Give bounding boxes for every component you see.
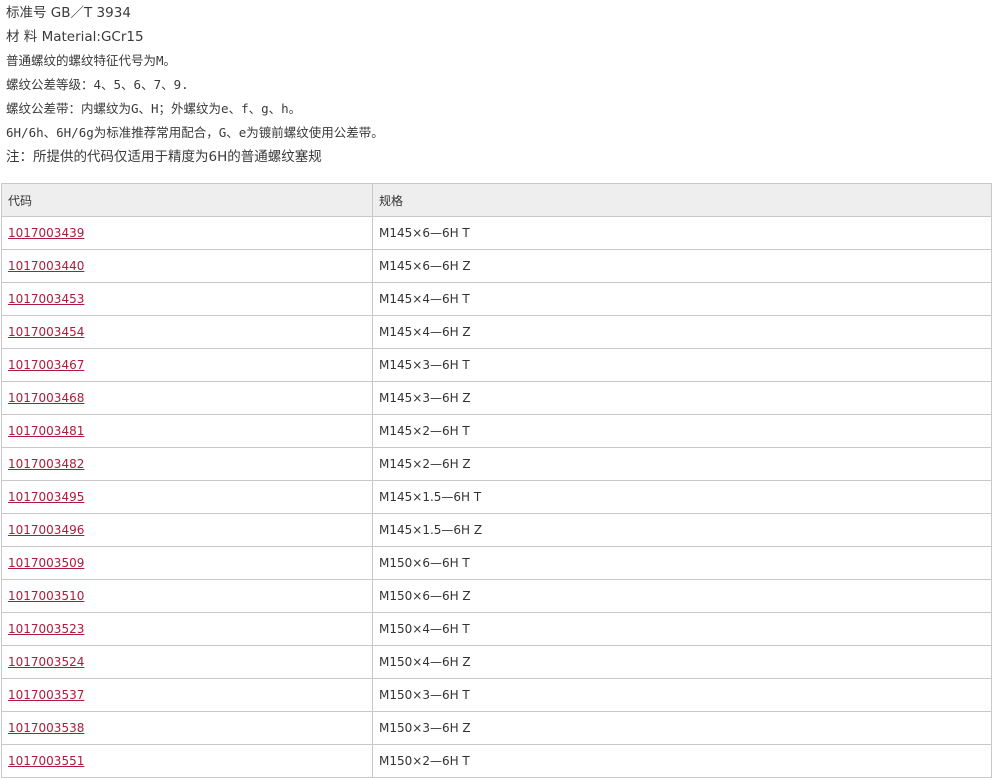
spec-cell: M145×2—6H T xyxy=(372,414,992,448)
table-header-row: 代码 规格 xyxy=(1,183,992,217)
standard-number: 标准号 GB／T 3934 xyxy=(6,5,131,21)
code-link[interactable]: 1017003537 xyxy=(8,688,84,702)
code-link[interactable]: 1017003482 xyxy=(8,457,84,471)
code-link[interactable]: 1017003524 xyxy=(8,655,84,669)
table-row: 1017003467 M145×3—6H T xyxy=(1,348,992,382)
code-link[interactable]: 1017003453 xyxy=(8,292,84,306)
spec-cell: M150×4—6H Z xyxy=(372,645,992,679)
code-link[interactable]: 1017003439 xyxy=(8,226,84,240)
table-row: 1017003524 M150×4—6H Z xyxy=(1,645,992,679)
code-link[interactable]: 1017003538 xyxy=(8,721,84,735)
table-row: 1017003481 M145×2—6H T xyxy=(1,414,992,448)
spec-cell: M145×1.5—6H T xyxy=(372,480,992,514)
code-link[interactable]: 1017003468 xyxy=(8,391,84,405)
spec-cell: M145×3—6H T xyxy=(372,348,992,382)
spec-cell: M145×3—6H Z xyxy=(372,381,992,415)
table-row: 1017003496 M145×1.5—6H Z xyxy=(1,513,992,547)
spec-cell: M145×6—6H Z xyxy=(372,249,992,283)
spec-cell: M145×2—6H Z xyxy=(372,447,992,481)
code-link[interactable]: 1017003495 xyxy=(8,490,84,504)
spec-cell: M145×1.5—6H Z xyxy=(372,513,992,547)
column-header-spec: 规格 xyxy=(372,183,992,217)
thread-code-note: 普通螺纹的螺纹特征代号为M。 xyxy=(6,53,177,68)
table-row: 1017003523 M150×4—6H T xyxy=(1,612,992,646)
table-row: 1017003439 M145×6—6H T xyxy=(1,216,992,250)
spec-notes: 标准号 GB／T 3934 材 料 Material:GCr15 普通螺纹的螺纹… xyxy=(6,1,986,169)
code-link[interactable]: 1017003454 xyxy=(8,325,84,339)
table-row: 1017003551 M150×2—6H T xyxy=(1,744,992,778)
table-row: 1017003482 M145×2—6H Z xyxy=(1,447,992,481)
table-row: 1017003495 M145×1.5—6H T xyxy=(1,480,992,514)
code-link[interactable]: 1017003481 xyxy=(8,424,84,438)
code-link[interactable]: 1017003523 xyxy=(8,622,84,636)
table-row: 1017003537 M150×3—6H T xyxy=(1,678,992,712)
spec-cell: M150×6—6H T xyxy=(372,546,992,580)
code-link[interactable]: 1017003496 xyxy=(8,523,84,537)
code-link[interactable]: 1017003510 xyxy=(8,589,84,603)
table-row: 1017003510 M150×6—6H Z xyxy=(1,579,992,613)
code-link[interactable]: 1017003551 xyxy=(8,754,84,768)
code-link[interactable]: 1017003440 xyxy=(8,259,84,273)
code-applicability-note: 注：所提供的代码仅适用于精度为6H的普通螺纹塞规 xyxy=(6,149,322,165)
tolerance-grade-note: 螺纹公差等级：4、5、6、7、9. xyxy=(6,77,189,92)
table-row: 1017003454 M145×4—6H Z xyxy=(1,315,992,349)
gauge-spec-table: 代码 规格 1017003439 M145×6—6H T 1017003440 … xyxy=(1,183,992,778)
spec-cell: M145×4—6H T xyxy=(372,282,992,316)
spec-cell: M150×3—6H Z xyxy=(372,711,992,745)
column-header-code: 代码 xyxy=(1,183,373,217)
material-line: 材 料 Material:GCr15 xyxy=(6,29,144,45)
spec-cell: M150×4—6H T xyxy=(372,612,992,646)
code-link[interactable]: 1017003467 xyxy=(8,358,84,372)
table-row: 1017003453 M145×4—6H T xyxy=(1,282,992,316)
code-link[interactable]: 1017003509 xyxy=(8,556,84,570)
table-row: 1017003538 M150×3—6H Z xyxy=(1,711,992,745)
table-row: 1017003440 M145×6—6H Z xyxy=(1,249,992,283)
table-row: 1017003509 M150×6—6H T xyxy=(1,546,992,580)
spec-cell: M150×2—6H T xyxy=(372,744,992,778)
spec-cell: M145×6—6H T xyxy=(372,216,992,250)
tolerance-zone-note: 螺纹公差带：内螺纹为G、H；外螺纹为e、f、g、h。 xyxy=(6,101,302,116)
recommended-fit-note: 6H/6h、6H/6g为标准推荐常用配合，G、e为镀前螺纹使用公差带。 xyxy=(6,125,384,140)
table-row: 1017003468 M145×3—6H Z xyxy=(1,381,992,415)
spec-cell: M150×6—6H Z xyxy=(372,579,992,613)
spec-cell: M150×3—6H T xyxy=(372,678,992,712)
spec-cell: M145×4—6H Z xyxy=(372,315,992,349)
